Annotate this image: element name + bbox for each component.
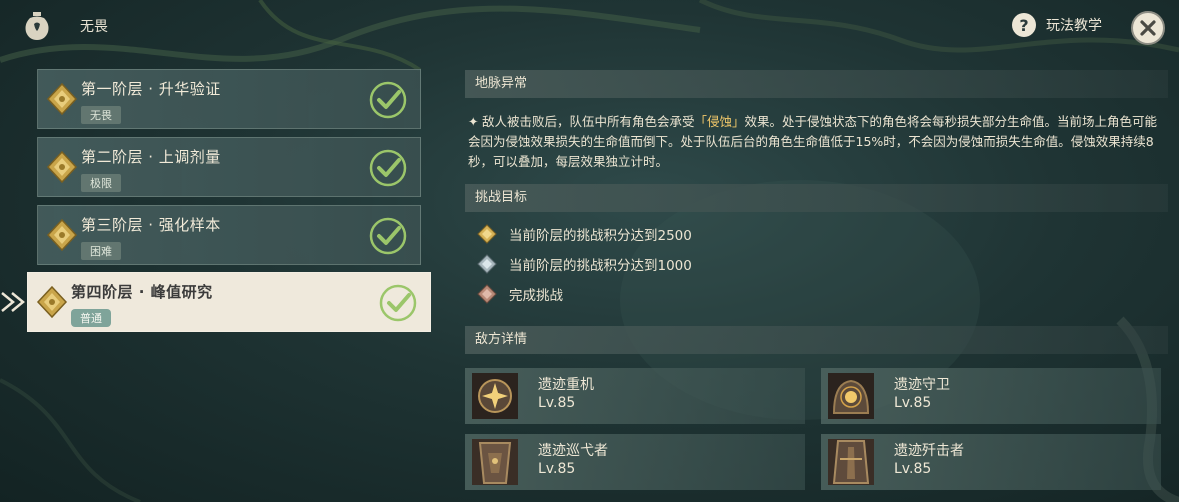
goal-item-1: 当前阶层的挑战积分达到2500 [477,224,692,244]
enemy-level: Lv.85 [538,461,576,477]
erosion-highlight: 「侵蚀」 [694,114,745,129]
challenge-heading: 挑战目标 [465,184,1168,212]
goal-item-2: 当前阶层的挑战积分达到1000 [477,254,692,274]
completed-check-icon [369,217,407,255]
bronze-gem-icon [477,284,497,304]
enemy-name: 遗迹歼击者 [894,443,964,459]
close-button[interactable] [1131,11,1165,45]
enemy-name: 遗迹重机 [538,377,594,393]
goal-text: 当前阶层的挑战积分达到1000 [509,258,692,274]
difficulty-badge: 困难 [81,242,121,260]
tutorial-button[interactable]: ? 玩法教学 [1012,13,1102,37]
floor-gem-icon [46,218,78,252]
goal-item-3: 完成挑战 [477,284,563,304]
completed-check-icon [369,81,407,119]
enemy-card[interactable]: 遗迹歼击者 Lv.85 [821,434,1161,490]
close-icon [1140,20,1156,36]
floor-name: 第三阶层 · 强化样本 [81,216,221,234]
goal-text: 当前阶层的挑战积分达到2500 [509,228,692,244]
enemy-card[interactable]: 遗迹守卫 Lv.85 [821,368,1161,424]
enemy-level: Lv.85 [894,461,932,477]
goal-text: 完成挑战 [509,288,563,304]
floor-item-4[interactable]: 第四阶层 · 峰值研究 普通 [27,272,431,332]
floor-item-2[interactable]: 第二阶层 · 上调剂量 极限 [37,137,421,197]
enemy-level: Lv.85 [894,395,932,411]
floor-gem-icon [46,150,78,184]
floor-item-1[interactable]: 第一阶层 · 升华验证 无畏 [37,69,421,129]
ley-line-description: ✦ 敌人被击败后，队伍中所有角色会承受「侵蚀」效果。处于侵蚀状态下的角色将会每秒损… [468,112,1168,172]
ruin-scout-portrait-icon [472,439,518,485]
completed-check-icon [369,149,407,187]
floor-name: 第二阶层 · 上调剂量 [81,148,221,166]
silver-gem-icon [477,254,497,274]
ruin-destroyer-portrait-icon [828,439,874,485]
help-icon: ? [1012,13,1036,37]
enemy-name: 遗迹巡弋者 [538,443,608,459]
difficulty-badge: 无畏 [81,106,121,124]
ley-line-heading: 地脉异常 [465,70,1168,98]
floor-name: 第一阶层 · 升华验证 [81,80,221,98]
gold-gem-icon [477,224,497,244]
enemy-level: Lv.85 [538,395,576,411]
tutorial-label: 玩法教学 [1046,18,1102,34]
floor-item-3[interactable]: 第三阶层 · 强化样本 困难 [37,205,421,265]
floor-gem-icon [36,285,68,319]
star-icon: ✦ [468,114,479,129]
difficulty-badge: 极限 [81,174,121,192]
enemy-name: 遗迹守卫 [894,377,950,393]
desc-text-1: 敌人被击败后，队伍中所有角色会承受 [482,114,695,129]
ruin-machine-portrait-icon [472,373,518,419]
floor-gem-icon [46,82,78,116]
completed-check-icon [379,284,417,322]
page-title: 无畏 [80,19,108,35]
difficulty-badge: 普通 [71,309,111,327]
abyss-jar-icon [25,12,49,40]
enemy-card[interactable]: 遗迹重机 Lv.85 [465,368,805,424]
enemy-heading: 敌方详情 [465,326,1168,354]
floor-name: 第四阶层 · 峰值研究 [71,283,213,301]
enemy-card[interactable]: 遗迹巡弋者 Lv.85 [465,434,805,490]
ruin-guard-portrait-icon [828,373,874,419]
